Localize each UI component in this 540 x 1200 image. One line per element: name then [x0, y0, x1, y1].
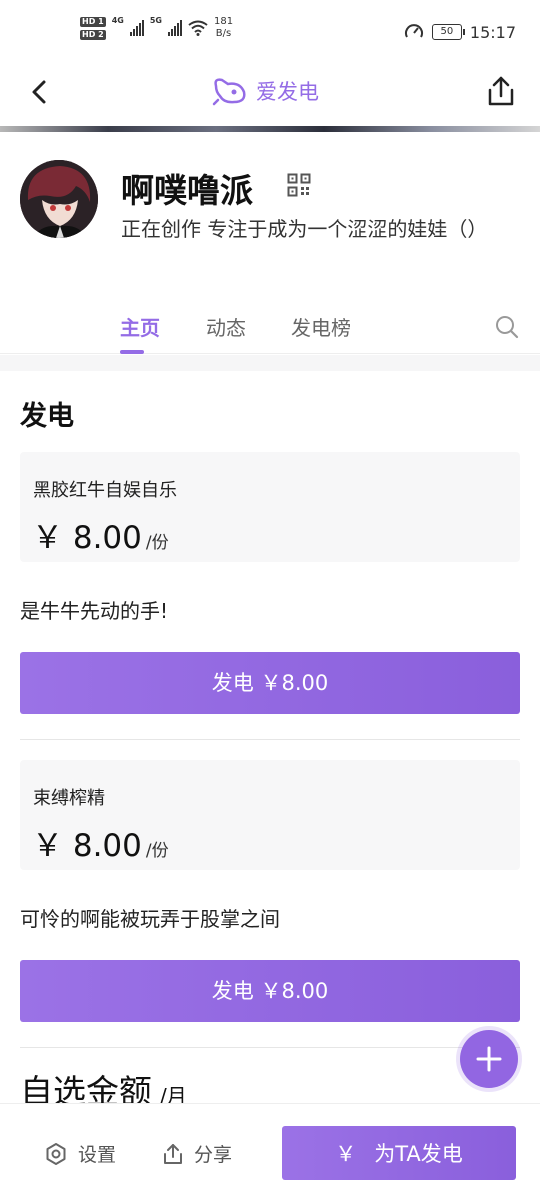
plus-icon [476, 1046, 502, 1072]
profile-tabs: 主页 动态 发电榜 [0, 306, 540, 354]
share-icon[interactable] [484, 74, 518, 108]
yen-icon: ￥ [335, 1142, 357, 1166]
settings-button[interactable]: 设置 [44, 1140, 116, 1167]
section-title: 发电 [20, 401, 74, 432]
network-type-2: 5G [149, 16, 162, 25]
tab-activity[interactable]: 动态 [206, 312, 246, 341]
bottom-bar: 设置 分享 ￥ 为TA发电 [0, 1103, 540, 1200]
upload-share-icon [164, 1143, 182, 1164]
brand: 爱发电 [212, 76, 319, 106]
tab-ranking[interactable]: 发电榜 [291, 312, 351, 341]
gauge-icon [404, 24, 423, 38]
active-tab-indicator [120, 350, 144, 354]
creator-name: 啊噗噜派 [121, 171, 253, 210]
tier-card: 束缚榨精 ￥ 8.00/份 [20, 760, 520, 870]
brand-logo-icon [212, 78, 246, 106]
divider [20, 1047, 520, 1048]
qrcode-icon[interactable] [287, 173, 311, 197]
tier-price: ￥ 8.00/份 [32, 512, 169, 557]
battery-icon: 50 [431, 24, 465, 40]
sponsor-cta-label: 为TA发电 [374, 1142, 463, 1166]
avatar[interactable] [20, 160, 98, 238]
wifi-icon [188, 20, 208, 36]
tier-price-unit: /份 [145, 533, 169, 553]
tier-description: 可怜的啊能被玩弄于股掌之间 [20, 907, 280, 931]
tier-name: 黑胶红牛自娱自乐 [33, 480, 177, 501]
network-type-1: 4G [111, 16, 124, 25]
sponsor-cta-button[interactable]: ￥ 为TA发电 [282, 1126, 516, 1180]
network-speed-unit: B/s [215, 28, 232, 39]
cover-banner [0, 126, 540, 132]
sponsor-tier-button[interactable]: 发电 ￥8.00 [20, 960, 520, 1022]
creator-bio: 正在创作 专注于成为一个涩涩的娃娃（） [121, 217, 488, 241]
network-speed-value: 181 [213, 16, 234, 27]
tier-price-value: ￥ 8.00 [32, 520, 142, 556]
sim1-badge: HD 1 [80, 16, 106, 27]
search-icon[interactable] [494, 314, 520, 340]
add-button[interactable] [460, 1030, 518, 1088]
settings-icon [46, 1142, 66, 1165]
signal-icon [129, 20, 144, 36]
tier-name: 束缚榨精 [33, 788, 105, 809]
settings-label: 设置 [78, 1144, 117, 1166]
signal-icon-2 [167, 20, 182, 36]
brand-name: 爱发电 [256, 80, 319, 104]
status-left: HD 1 HD 2 4G 5G 181 B/s [80, 16, 233, 40]
network-speed: 181 B/s [214, 16, 233, 40]
tier-price: ￥ 8.00/份 [32, 820, 169, 865]
share-button[interactable]: 分享 [162, 1140, 232, 1167]
chevron-left-icon[interactable] [24, 76, 56, 108]
section-separator [0, 355, 540, 371]
top-nav: 爱发电 [0, 62, 540, 122]
tier-card: 黑胶红牛自娱自乐 ￥ 8.00/份 [20, 452, 520, 562]
sim2-badge: HD 2 [80, 29, 106, 40]
divider [20, 739, 520, 740]
tier-price-unit: /份 [145, 841, 169, 861]
status-right: 50 15:17 [404, 22, 516, 42]
avatar-image [20, 160, 98, 238]
clock: 15:17 [469, 22, 516, 42]
tier-description: 是牛牛先动的手! [20, 599, 169, 623]
sponsor-tier-button[interactable]: 发电 ￥8.00 [20, 652, 520, 714]
tab-home[interactable]: 主页 [120, 312, 160, 341]
share-label: 分享 [194, 1144, 233, 1166]
sim-indicators: HD 1 HD 2 [80, 16, 106, 40]
status-bar: HD 1 HD 2 4G 5G 181 B/s 50 15:17 [0, 0, 540, 62]
tier-price-value: ￥ 8.00 [32, 828, 142, 864]
